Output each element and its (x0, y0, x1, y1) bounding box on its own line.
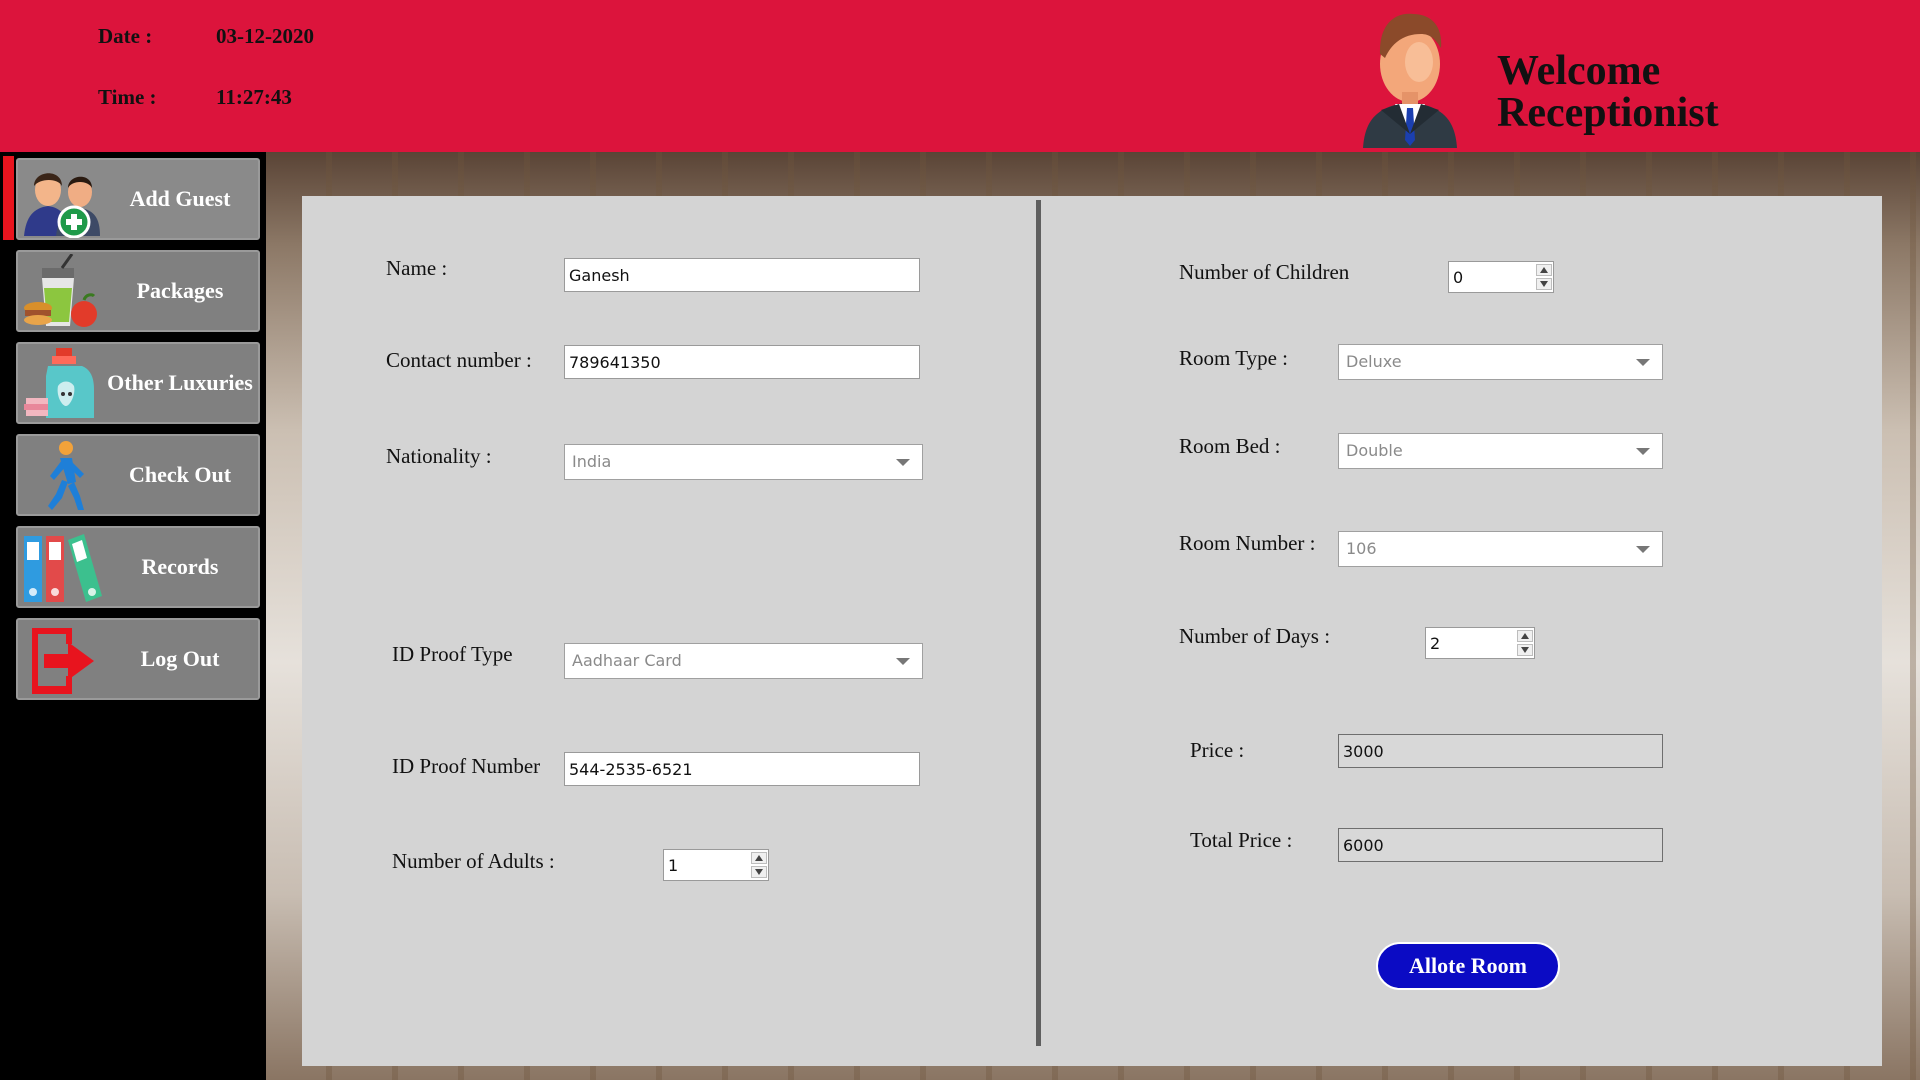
number-of-adults-input[interactable] (664, 850, 750, 880)
price-label: Price : (1190, 738, 1245, 762)
panel-divider (1036, 200, 1041, 1046)
sidebar-item-records[interactable]: Records (16, 526, 260, 608)
room-type-label: Room Type : (1179, 346, 1288, 370)
price-field (1338, 734, 1663, 768)
total-price-field (1338, 828, 1663, 862)
guest-form-panel (302, 196, 1882, 1066)
nationality-label: Nationality : (386, 444, 492, 468)
sidebar-item-label: Records (141, 554, 219, 579)
header-bar: Date : 03-12-2020 Time : 11:27:43 Welcom… (0, 0, 1920, 152)
chevron-down-icon (1636, 546, 1650, 553)
other-luxuries-icon (24, 348, 94, 418)
sidebar-item-label: Add Guest (129, 186, 231, 211)
sidebar-item-label: Log Out (140, 646, 220, 671)
number-of-days-stepper[interactable] (1425, 627, 1535, 659)
number-of-children-label: Number of Children (1179, 260, 1350, 284)
increment-arrow-icon[interactable] (751, 852, 767, 864)
name-input[interactable] (564, 258, 920, 292)
number-of-days-label: Number of Days : (1179, 624, 1331, 648)
contact-number-label: Contact number : (386, 348, 532, 372)
chevron-down-icon (1636, 359, 1650, 366)
chevron-down-icon (896, 459, 910, 466)
id-proof-number-input[interactable] (564, 752, 920, 786)
id-proof-type-label: ID Proof Type (392, 642, 513, 666)
sidebar-item-log-out[interactable]: Log Out (16, 618, 260, 700)
sidebar-item-check-out[interactable]: Check Out (16, 434, 260, 516)
welcome-title: Welcome Receptionist (1497, 50, 1719, 134)
room-bed-value: Double (1346, 441, 1403, 460)
sidebar-item-add-guest[interactable]: Add Guest (16, 158, 260, 240)
room-type-value: Deluxe (1346, 352, 1402, 371)
sidebar-item-label: Packages (136, 278, 224, 303)
nationality-value: India (572, 452, 612, 471)
id-proof-number-label: ID Proof Number (392, 754, 541, 778)
decrement-arrow-icon[interactable] (751, 866, 767, 878)
room-bed-label: Room Bed : (1179, 434, 1281, 458)
id-proof-type-value: Aadhaar Card (572, 651, 682, 670)
number-of-children-stepper[interactable] (1448, 261, 1554, 293)
sidebar-item-label: Other Luxuries (107, 370, 253, 395)
total-price-label: Total Price : (1190, 828, 1293, 852)
number-of-days-input[interactable] (1426, 628, 1516, 658)
receptionist-avatar-icon (1363, 13, 1457, 148)
records-icon (24, 534, 102, 602)
increment-arrow-icon[interactable] (1536, 264, 1552, 276)
chevron-down-icon (1636, 448, 1650, 455)
welcome-line-2: Receptionist (1497, 90, 1719, 136)
date-label: Date : (98, 24, 153, 48)
room-number-value: 106 (1346, 539, 1377, 558)
welcome-line-1: Welcome (1497, 48, 1661, 94)
add-guest-icon (24, 173, 100, 238)
active-item-marker (3, 156, 14, 240)
room-number-label: Room Number : (1179, 531, 1316, 555)
time-value: 11:27:43 (216, 85, 292, 109)
log-out-icon (32, 628, 94, 694)
name-label: Name : (386, 256, 448, 280)
sidebar-item-label: Check Out (128, 462, 232, 487)
sidebar-item-other-luxuries[interactable]: Other Luxuries (16, 342, 260, 424)
contact-number-input[interactable] (564, 345, 920, 379)
id-proof-type-select[interactable]: Aadhaar Card (564, 643, 923, 679)
decrement-arrow-icon[interactable] (1517, 644, 1533, 656)
room-bed-select[interactable]: Double (1338, 433, 1663, 469)
sidebar-item-packages[interactable]: Packages (16, 250, 260, 332)
room-type-select[interactable]: Deluxe (1338, 344, 1663, 380)
packages-icon (24, 254, 97, 327)
number-of-adults-label: Number of Adults : (392, 849, 555, 873)
number-of-children-input[interactable] (1449, 262, 1535, 292)
check-out-icon (48, 441, 84, 510)
increment-arrow-icon[interactable] (1517, 630, 1533, 642)
date-value: 03-12-2020 (216, 24, 314, 48)
time-label: Time : (98, 85, 157, 109)
number-of-adults-stepper[interactable] (663, 849, 769, 881)
decrement-arrow-icon[interactable] (1536, 278, 1552, 290)
chevron-down-icon (896, 658, 910, 665)
nationality-select[interactable]: India (564, 444, 923, 480)
room-number-select[interactable]: 106 (1338, 531, 1663, 567)
allot-room-button[interactable]: Allote Room (1376, 942, 1560, 990)
sidebar: Add Guest Packages Other Luxuries Check … (0, 152, 266, 1080)
